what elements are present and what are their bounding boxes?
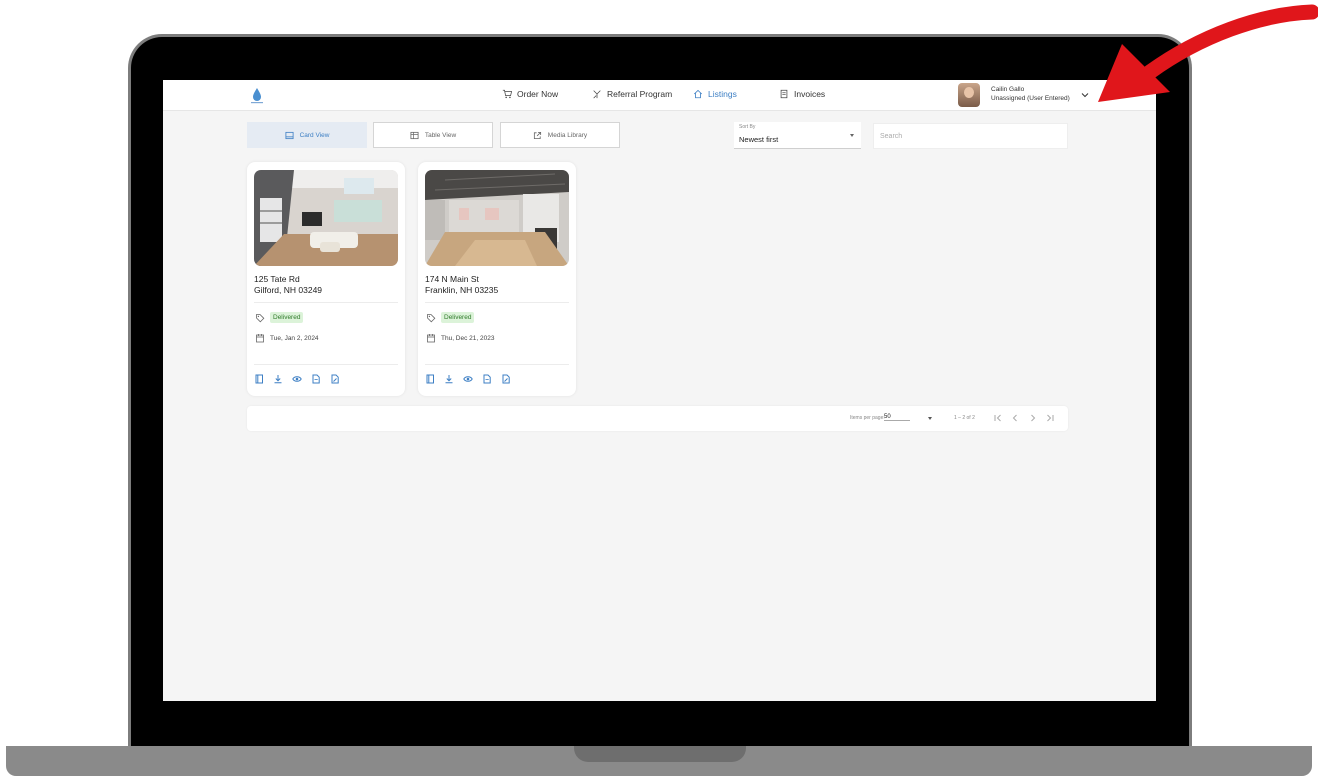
listing-photo[interactable] (254, 170, 398, 266)
calendar-icon (427, 334, 435, 343)
listing-address-line1: 174 N Main St (425, 274, 479, 284)
annotation-arrow-icon (1098, 4, 1318, 102)
listing-date: Tue, Jan 2, 2024 (270, 335, 319, 342)
dropdown-caret-icon (850, 134, 854, 137)
listing-card[interactable]: 125 Tate Rd Gilford, NH 03249 Delivered … (247, 162, 405, 396)
card-view-button[interactable]: Card View (247, 122, 367, 148)
edit-file-icon[interactable] (330, 374, 340, 384)
file-icon[interactable] (482, 374, 492, 384)
listing-date: Thu, Dec 21, 2023 (441, 335, 495, 342)
items-per-page-select[interactable]: 50 (884, 414, 910, 421)
divider (254, 302, 398, 303)
page-range-label: 1 – 2 of 2 (954, 415, 975, 421)
listing-address-line2: Franklin, NH 03235 (425, 285, 499, 295)
media-library-button[interactable]: Media Library (500, 122, 620, 148)
laptop-notch (574, 746, 746, 762)
referral-icon (593, 90, 601, 99)
calendar-icon (256, 334, 264, 343)
download-icon[interactable] (444, 374, 454, 384)
divider (425, 302, 569, 303)
avatar[interactable] (958, 83, 980, 107)
listing-address-line1: 125 Tate Rd (254, 274, 300, 284)
next-page-icon[interactable] (1027, 412, 1039, 424)
nav-referral-program-label: Referral Program (607, 89, 673, 99)
divider (425, 364, 569, 365)
sort-value: Newest first (739, 135, 779, 144)
previous-page-icon[interactable] (1009, 412, 1021, 424)
top-navigation-bar: Order Now Referral Program Listings Invo… (163, 80, 1156, 111)
chevron-down-icon[interactable] (1081, 91, 1089, 99)
listing-address-line2: Gilford, NH 03249 (254, 285, 323, 295)
first-page-icon[interactable] (992, 412, 1004, 424)
table-view-label: Table View (424, 131, 457, 139)
status-badge: Delivered (441, 312, 475, 323)
search-placeholder: Search (880, 133, 903, 140)
eye-icon[interactable] (292, 374, 302, 384)
nav-listings[interactable]: Listings (693, 89, 737, 99)
paginator: Items per page: 50 1 – 2 of 2 (247, 406, 1068, 431)
edit-file-icon[interactable] (501, 374, 511, 384)
listing-card[interactable]: 174 N Main St Franklin, NH 03235 Deliver… (418, 162, 576, 396)
cart-icon (502, 89, 512, 99)
nav-invoices[interactable]: Invoices (779, 89, 825, 99)
sort-label: Sort By (739, 124, 756, 130)
home-icon (693, 89, 703, 99)
media-library-label: Media Library (547, 131, 588, 139)
eye-icon[interactable] (463, 374, 473, 384)
status-badge: Delivered (270, 312, 304, 323)
tag-icon (256, 314, 265, 323)
app-screen: Order Now Referral Program Listings Invo… (163, 80, 1156, 701)
logo-icon[interactable] (247, 86, 267, 106)
nav-listings-label: Listings (708, 89, 737, 99)
tag-icon (427, 314, 436, 323)
card-actions (254, 374, 340, 384)
last-page-icon[interactable] (1044, 412, 1056, 424)
nav-referral-program[interactable]: Referral Program (592, 89, 672, 99)
dropdown-caret-icon[interactable] (928, 417, 932, 420)
card-actions (425, 374, 511, 384)
invoice-icon (780, 89, 788, 99)
search-input[interactable]: Search (873, 123, 1068, 149)
table-view-icon (410, 131, 419, 139)
listing-photo[interactable] (425, 170, 569, 266)
items-per-page-label: Items per page: (850, 415, 885, 421)
external-link-icon (533, 131, 541, 139)
book-icon[interactable] (254, 374, 264, 384)
file-icon[interactable] (311, 374, 321, 384)
book-icon[interactable] (425, 374, 435, 384)
nav-order-now-label: Order Now (517, 89, 559, 99)
nav-order-now[interactable]: Order Now (502, 89, 558, 99)
nav-invoices-label: Invoices (794, 89, 826, 99)
divider (254, 364, 398, 365)
user-name[interactable]: Cailin Gallo (991, 86, 1024, 93)
card-view-label: Card View (299, 131, 330, 139)
user-role[interactable]: Unassigned (User Entered) (991, 95, 1070, 102)
sort-select[interactable]: Sort By Newest first (734, 122, 861, 149)
card-view-icon (285, 131, 294, 139)
download-icon[interactable] (273, 374, 283, 384)
table-view-button[interactable]: Table View (373, 122, 493, 148)
